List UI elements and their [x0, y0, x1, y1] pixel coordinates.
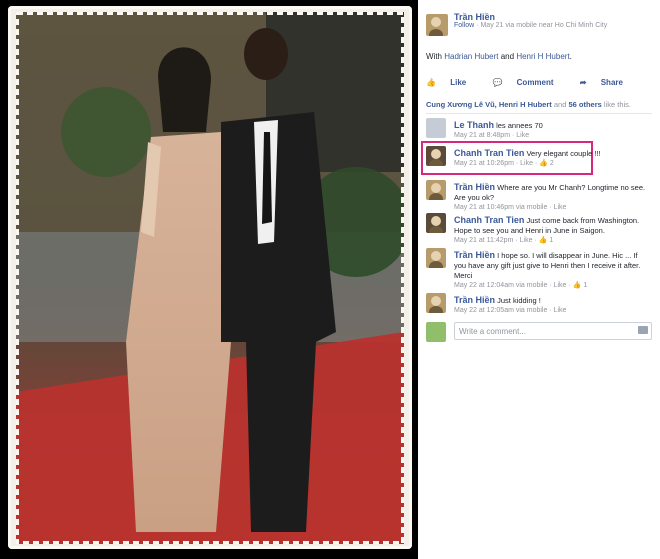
- post-author[interactable]: Trần Hiền: [454, 12, 607, 22]
- comment-text: Just kidding !: [497, 296, 541, 305]
- likers-names[interactable]: Cung Xương Lê Vũ, Henri H Hubert: [426, 100, 552, 109]
- comment-meta: May 21 at 11:42pm · Like · 👍 1: [454, 237, 554, 244]
- tagged-person-1[interactable]: Hadrian Hubert: [444, 52, 498, 61]
- camera-icon[interactable]: [638, 326, 648, 334]
- comment-meta: May 22 at 12:05am via mobile · Like: [454, 307, 567, 314]
- comment-item: Le Thanh les annees 70 May 21 at 8:48pm …: [426, 118, 652, 146]
- post-actions: 👍 Like 💬 Comment ➦ Share: [426, 78, 652, 90]
- share-button[interactable]: ➦ Share: [580, 78, 635, 87]
- commenter-avatar[interactable]: [426, 213, 446, 233]
- comment-meta: May 22 at 12:04am via mobile · Like · 👍 …: [454, 282, 588, 289]
- like-count-icon: 👍: [538, 237, 548, 244]
- tagged-person-2[interactable]: Henri H Hubert: [516, 52, 569, 61]
- commenter-avatar-blank[interactable]: [426, 118, 446, 138]
- comment-item: Chanh Tran Tien Just come back from Wash…: [426, 213, 652, 249]
- and-label: and: [500, 52, 515, 61]
- divider: [426, 113, 652, 114]
- comment-meta: May 21 at 8:48pm · Like: [454, 132, 530, 139]
- commenter-name[interactable]: Trần Hiền: [454, 250, 495, 260]
- commenter-name[interactable]: Le Thanh: [454, 120, 494, 130]
- comment-meta: May 21 at 10:46pm via mobile · Like: [454, 204, 567, 211]
- comment-text: les annees 70: [496, 121, 543, 130]
- photo-viewer: [0, 0, 418, 559]
- comment-item: Trần Hiền I hope so. I will disappear in…: [426, 248, 652, 294]
- likers-others[interactable]: 56 others: [568, 100, 601, 109]
- commenter-avatar[interactable]: [426, 248, 446, 268]
- comment-meta: May 21 at 10:26pm · Like · 👍 2: [454, 160, 554, 167]
- like-count-icon: 👍: [539, 160, 548, 167]
- comment-text: Very elegant couple !!!: [526, 149, 601, 158]
- share-icon: ➦: [579, 78, 587, 87]
- commenter-name[interactable]: Trần Hiền: [454, 182, 495, 192]
- commenter-name[interactable]: Trần Hiền: [454, 295, 495, 305]
- commenter-name[interactable]: Chanh Tran Tien: [454, 148, 524, 158]
- commenter-name[interactable]: Chanh Tran Tien: [454, 215, 524, 225]
- comment-composer: Write a comment...: [426, 322, 652, 344]
- follow-link[interactable]: Follow: [454, 22, 474, 29]
- post-header: Trần Hiền Follow · May 21 via mobile nea…: [426, 12, 652, 46]
- with-label: With: [426, 52, 442, 61]
- tagged-line: With Hadrian Hubert and Henri H Hubert.: [426, 52, 572, 61]
- couple-photo[interactable]: [16, 12, 404, 544]
- comment-item: Trần Hiền Where are you Mr Chanh? Longti…: [426, 180, 652, 216]
- current-user-avatar[interactable]: [426, 322, 446, 342]
- author-avatar[interactable]: [426, 14, 448, 36]
- commenter-avatar[interactable]: [426, 293, 446, 313]
- commenter-avatar[interactable]: [426, 180, 446, 200]
- thumb-up-icon: 👍: [426, 78, 436, 87]
- post-meta: May 21 via mobile near Ho Chi Minh City: [480, 22, 608, 29]
- comment-item-highlighted: Chanh Tran Tien Very elegant couple !!! …: [421, 141, 652, 175]
- comment-button[interactable]: 💬 Comment: [492, 78, 567, 87]
- likes-summary: Cung Xương Lê Vũ, Henri H Hubert and 56 …: [426, 100, 632, 109]
- comment-input[interactable]: Write a comment...: [454, 322, 652, 340]
- commenter-avatar[interactable]: [426, 146, 446, 166]
- like-button[interactable]: 👍 Like: [426, 78, 480, 87]
- like-count-icon: 👍: [572, 282, 582, 289]
- comment-icon: 💬: [492, 78, 503, 87]
- comment-item: Trần Hiền Just kidding ! May 22 at 12:05…: [426, 293, 652, 317]
- post-panel: Trần Hiền Follow · May 21 via mobile nea…: [418, 0, 660, 559]
